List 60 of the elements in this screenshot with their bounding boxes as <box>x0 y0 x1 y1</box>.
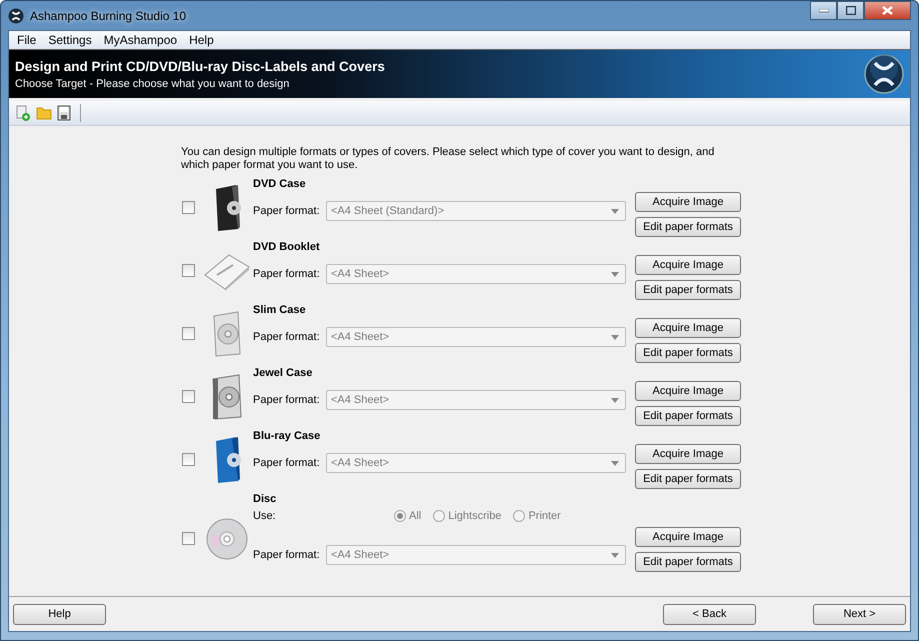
logo-icon <box>864 54 904 94</box>
cover-type-title: Disc <box>253 492 278 507</box>
cover-type-title: Jewel Case <box>253 366 314 381</box>
caret-icon <box>611 272 619 276</box>
field-label: Paper format: <box>253 331 321 343</box>
cover-button[interactable]: Edit paper formats <box>635 343 741 363</box>
caret-icon <box>611 552 619 558</box>
checkbox[interactable] <box>182 264 195 277</box>
minimize-button[interactable] <box>810 1 837 20</box>
cover-button[interactable]: Edit paper formats <box>635 552 741 572</box>
caret-icon <box>611 460 619 466</box>
intro-text: You can design multiple formats or types of covers. Please select which type of cover you want to design, and which paper format you want to use. <box>181 146 716 172</box>
cover-type-title: Blu-ray Case <box>253 429 322 444</box>
checkbox[interactable] <box>182 327 195 340</box>
menu-item[interactable]: Help <box>183 33 220 47</box>
save-icon[interactable] <box>57 105 71 121</box>
cover-button[interactable]: Edit paper formats <box>635 406 741 426</box>
cover-button[interactable]: Acquire Image <box>635 318 741 338</box>
cover-button[interactable]: Acquire Image <box>635 192 741 212</box>
page-subtitle: Choose Target - Please choose what you want to design <box>15 78 290 90</box>
minimize-icon <box>818 8 828 12</box>
field-label: Paper format: <box>253 394 321 406</box>
disc-icon <box>206 518 248 560</box>
cover-type-title: Slim Case <box>253 303 307 318</box>
close-button[interactable] <box>864 1 911 20</box>
cover-type-title: DVD Case <box>253 177 307 192</box>
checkbox[interactable] <box>182 390 195 403</box>
checkbox[interactable] <box>182 201 195 214</box>
maximize-button[interactable] <box>837 1 864 20</box>
window-title: Ashampoo Burning Studio 10 <box>30 8 186 22</box>
cover-button[interactable]: Edit paper formats <box>635 280 741 300</box>
field-label: Paper format: <box>253 457 321 469</box>
menu-item[interactable]: MyAshampoo <box>98 33 184 47</box>
folder-icon[interactable] <box>36 105 52 121</box>
cover-type-title: DVD Booklet <box>253 240 321 255</box>
cover-button[interactable]: Acquire Image <box>635 444 741 464</box>
back-button[interactable]: < Back <box>663 604 756 624</box>
menu-item[interactable]: File <box>11 33 42 47</box>
page-title: Design and Print CD/DVD/Blu-ray Disc-Labels and Covers <box>15 58 386 74</box>
cover-button[interactable]: Acquire Image <box>635 381 741 401</box>
field-label: Paper format: <box>253 205 321 217</box>
caret-icon <box>611 208 619 214</box>
cover-button[interactable]: Edit paper formats <box>635 217 741 237</box>
cover-button[interactable]: Acquire Image <box>635 527 741 547</box>
app-logo-icon <box>8 8 24 24</box>
close-icon <box>882 6 893 15</box>
field-label: Use: <box>253 510 277 522</box>
caret-icon <box>611 334 619 340</box>
field-label: Paper format: <box>253 268 321 280</box>
cover-button[interactable]: Edit paper formats <box>635 469 741 489</box>
checkbox[interactable] <box>182 532 195 545</box>
new-document-icon[interactable] <box>15 105 31 121</box>
caret-icon <box>611 398 619 402</box>
menu-item[interactable]: Settings <box>42 33 98 47</box>
checkbox[interactable] <box>182 453 195 466</box>
next-button[interactable]: Next > <box>813 604 906 624</box>
maximize-icon <box>846 6 856 15</box>
field-label: Paper format: <box>253 549 321 561</box>
cover-button[interactable]: Acquire Image <box>635 255 741 275</box>
help-button[interactable]: Help <box>13 604 106 624</box>
